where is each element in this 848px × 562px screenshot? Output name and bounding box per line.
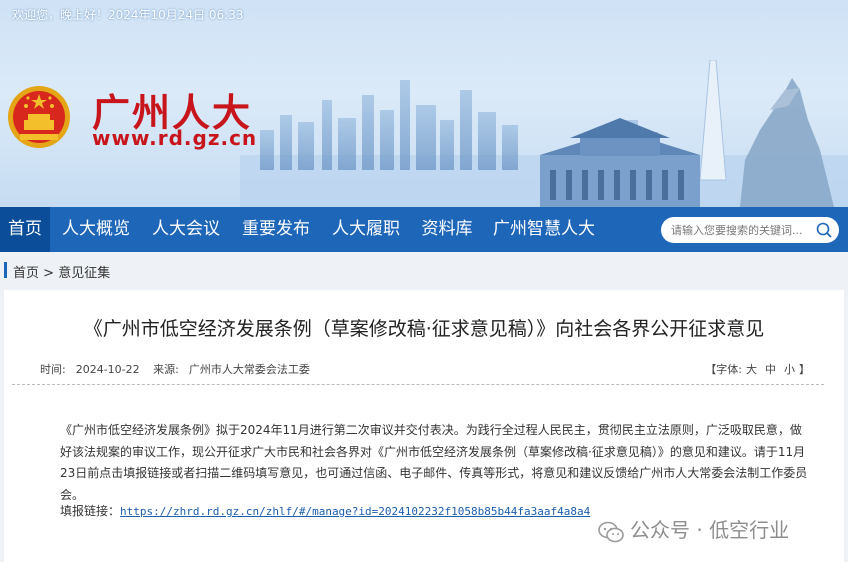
breadcrumb: 首页 > 意见征集 — [13, 262, 110, 281]
breadcrumb-current[interactable]: 意见征集 — [58, 266, 110, 281]
font-size-control: 【字体: 大中小】 — [705, 361, 810, 377]
greeting-text: 欢迎您，晚上好！2024年10月24日 06:33 — [12, 8, 244, 22]
nav-item-releases[interactable]: 重要发布 — [238, 207, 314, 252]
breadcrumb-separator: > — [39, 266, 59, 281]
meta-divider — [12, 384, 824, 385]
national-emblem-icon — [8, 86, 70, 148]
watermark-text: 公众号 · 低空行业 — [630, 518, 790, 542]
publish-date: 2024-10-22 — [75, 363, 140, 376]
font-size-label: 【字体: — [705, 363, 742, 376]
nav-item-meetings[interactable]: 人大会议 — [148, 207, 224, 252]
nav-item-smart-congress[interactable]: 广州智慧人大 — [488, 207, 600, 252]
site-url[interactable]: www.rd.gz.cn — [92, 126, 257, 150]
breadcrumb-home[interactable]: 首页 — [13, 266, 39, 281]
nav-item-duties[interactable]: 人大履职 — [328, 207, 404, 252]
breadcrumb-bar — [0, 252, 848, 290]
search-icon[interactable] — [815, 221, 833, 239]
link-label: 填报链接： — [60, 504, 121, 518]
site-header: 欢迎您，晚上好！2024年10月24日 06:33 广州人大 www.rd.gz… — [0, 0, 848, 207]
submission-link[interactable]: https://zhrd.rd.gz.cn/zhlf/#/manage?id=2… — [120, 505, 590, 518]
article-title: 《广州市低空经济发展条例（草案修改稿·征求意见稿）》向社会各界公开征求意见 — [83, 318, 765, 340]
wechat-watermark: 公众号 · 低空行业 — [598, 514, 789, 543]
article-source: 广州市人大常委会法工委 — [188, 363, 310, 376]
search-input[interactable] — [671, 221, 811, 239]
article-body: 《广州市低空经济发展条例》拟于2024年11月进行第二次审议并交付表决。为践行全… — [60, 423, 808, 502]
font-size-small[interactable]: 小 — [784, 363, 795, 376]
font-size-medium[interactable]: 中 — [765, 363, 776, 376]
font-size-large[interactable]: 大 — [746, 363, 757, 376]
font-size-end: 】 — [799, 363, 810, 376]
source-label: 来源: — [153, 363, 179, 376]
nav-item-home[interactable]: 首页 — [0, 207, 50, 252]
nav-item-overview[interactable]: 人大概览 — [58, 207, 134, 252]
nav-item-library[interactable]: 资料库 — [416, 207, 478, 252]
breadcrumb-marker — [4, 262, 7, 278]
submission-link-row: 填报链接：https://zhrd.rd.gz.cn/zhlf/#/manage… — [60, 502, 590, 519]
city-skyline-banner — [240, 60, 848, 207]
search-box — [661, 217, 839, 243]
time-label: 时间: — [40, 363, 66, 376]
article-meta: 时间: 2024-10-22 来源: 广州市人大常委会法工委 — [40, 361, 320, 377]
wechat-icon — [598, 521, 624, 542]
